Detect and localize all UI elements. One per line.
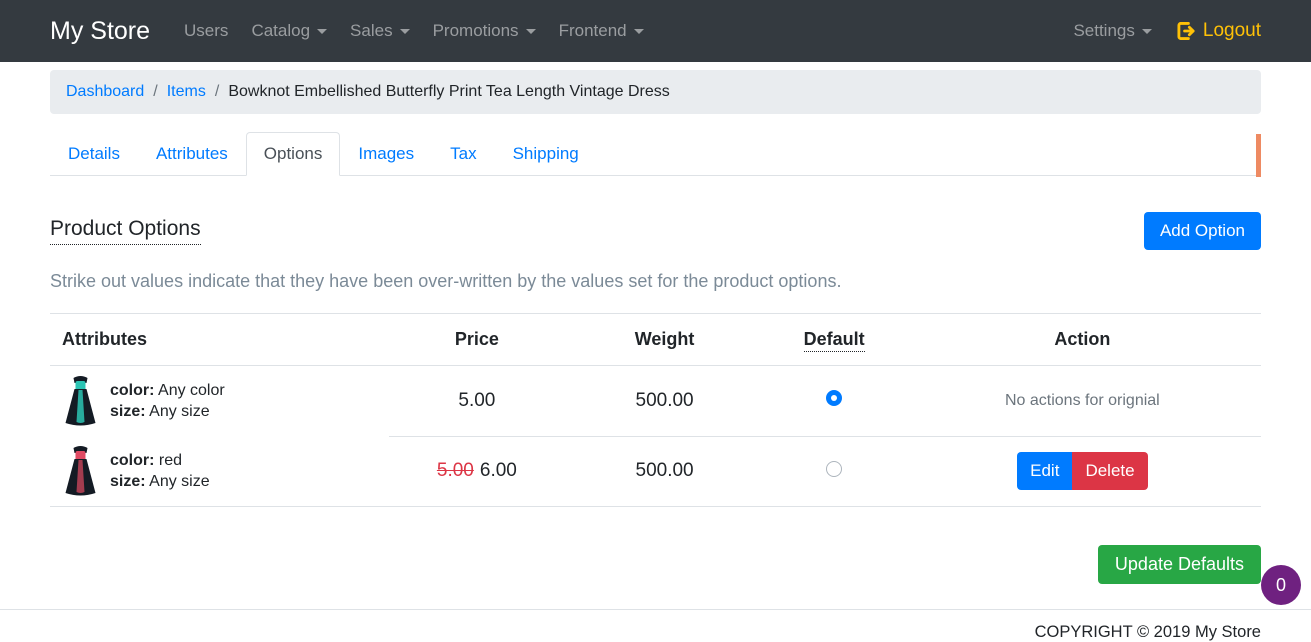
column-header-price: Price <box>389 314 565 366</box>
page-footer: COPYRIGHT © 2019 My Store <box>0 609 1311 642</box>
table-header-row: Attributes Price Weight Default Action <box>50 314 1261 366</box>
nav-item-label: Frontend <box>559 21 627 41</box>
breadcrumb-link-items[interactable]: Items <box>167 83 206 101</box>
options-table: Attributes Price Weight Default Action <box>50 313 1261 507</box>
color-attr-value: Any color <box>158 382 225 399</box>
copyright-text: COPYRIGHT © 2019 My Store <box>1035 623 1261 641</box>
column-header-weight: Weight <box>565 314 765 366</box>
no-actions-text: No actions for orignial <box>1005 392 1160 409</box>
breadcrumb-link-dashboard[interactable]: Dashboard <box>66 83 144 101</box>
nav-item-frontend[interactable]: Frontend <box>551 13 652 49</box>
nav-item-label: Users <box>184 21 228 41</box>
update-defaults-button[interactable]: Update Defaults <box>1098 545 1261 584</box>
brand-link[interactable]: My Store <box>50 17 150 46</box>
breadcrumb-separator: / <box>153 83 157 101</box>
color-attr-label: color: <box>110 382 154 399</box>
nav-item-label: Settings <box>1073 21 1134 41</box>
nav-item-label: Sales <box>350 21 393 41</box>
price-cell: 5.00 <box>389 366 565 437</box>
attributes-cell: color: red size: Any size <box>50 436 389 507</box>
size-attr-label: size: <box>110 473 146 490</box>
size-attr-label: size: <box>110 403 146 420</box>
nav-item-users[interactable]: Users <box>176 13 236 49</box>
price-value: 6.00 <box>480 460 517 481</box>
default-cell <box>764 436 903 507</box>
logout-link[interactable]: Logout <box>1167 12 1261 50</box>
size-attr-value: Any size <box>149 403 209 420</box>
breadcrumb-separator: / <box>215 83 219 101</box>
strike-out-note: Strike out values indicate that they hav… <box>50 271 1261 292</box>
add-option-button[interactable]: Add Option <box>1144 212 1261 250</box>
nav-item-catalog[interactable]: Catalog <box>243 13 335 49</box>
page-title: Product Options <box>50 217 201 245</box>
chevron-down-icon <box>1142 29 1152 34</box>
attribute-values: color: Any color size: Any size <box>110 380 225 422</box>
options-panel: Product Options Add Option Strike out va… <box>50 212 1261 584</box>
color-attr-label: color: <box>110 452 154 469</box>
weight-cell: 500.00 <box>565 436 765 507</box>
chevron-down-icon <box>400 29 410 34</box>
nav-item-settings[interactable]: Settings <box>1065 13 1159 49</box>
nav-item-label: Promotions <box>433 21 519 41</box>
weight-value: 500.00 <box>636 460 694 481</box>
default-radio-unselected[interactable] <box>826 461 842 477</box>
navbar-menu: Users Catalog Sales Promotions Frontend <box>176 13 659 49</box>
tab-images[interactable]: Images <box>340 132 432 176</box>
tab-tax[interactable]: Tax <box>432 132 494 176</box>
default-cell <box>764 366 903 437</box>
sign-out-icon <box>1177 22 1196 40</box>
product-thumbnail-image <box>62 375 99 427</box>
tab-details[interactable]: Details <box>50 132 138 176</box>
weight-cell: 500.00 <box>565 366 765 437</box>
logout-label: Logout <box>1203 20 1261 42</box>
table-row: color: Any color size: Any size 5.00 500… <box>50 366 1261 437</box>
nav-item-sales[interactable]: Sales <box>342 13 418 49</box>
attribute-values: color: red size: Any size <box>110 450 210 492</box>
action-cell: No actions for orignial <box>904 366 1261 437</box>
nav-item-label: Catalog <box>251 21 310 41</box>
product-tabs: Details Attributes Options Images Tax Sh… <box>50 132 1261 176</box>
row-action-buttons: Edit Delete <box>1017 452 1147 490</box>
tab-options[interactable]: Options <box>246 132 341 176</box>
price-value: 5.00 <box>458 390 495 411</box>
edit-button[interactable]: Edit <box>1017 452 1072 490</box>
product-thumbnail-image <box>62 445 99 497</box>
overwritten-price-value: 5.00 <box>437 460 474 481</box>
navbar-right: Settings Logout <box>1065 12 1261 50</box>
scrollbar-thumb[interactable] <box>1256 134 1261 177</box>
weight-value: 500.00 <box>636 390 694 411</box>
options-header: Product Options Add Option <box>50 212 1261 250</box>
column-header-attributes: Attributes <box>50 314 389 366</box>
action-cell: Edit Delete <box>904 436 1261 507</box>
column-header-action: Action <box>904 314 1261 366</box>
breadcrumb: Dashboard / Items / Bowknot Embellished … <box>50 70 1261 114</box>
column-header-default: Default <box>764 314 903 366</box>
top-navbar: My Store Users Catalog Sales Promotions … <box>0 0 1311 62</box>
delete-button[interactable]: Delete <box>1072 452 1147 490</box>
tab-attributes[interactable]: Attributes <box>138 132 246 176</box>
debug-toolbar-badge[interactable]: 0 <box>1261 565 1301 605</box>
chevron-down-icon <box>317 29 327 34</box>
color-attr-value: red <box>159 452 182 469</box>
column-header-default-label: Default <box>804 329 865 352</box>
update-defaults-row: Update Defaults <box>50 545 1261 584</box>
table-row: color: red size: Any size 5.00 6.00 500.0… <box>50 436 1261 507</box>
default-radio-selected[interactable] <box>826 390 842 406</box>
tab-shipping[interactable]: Shipping <box>495 132 597 176</box>
chevron-down-icon <box>526 29 536 34</box>
size-attr-value: Any size <box>149 473 209 490</box>
chevron-down-icon <box>634 29 644 34</box>
nav-item-promotions[interactable]: Promotions <box>425 13 544 49</box>
breadcrumb-current: Bowknot Embellished Butterfly Print Tea … <box>228 83 669 101</box>
attributes-cell: color: Any color size: Any size <box>50 366 389 437</box>
price-cell: 5.00 6.00 <box>389 436 565 507</box>
